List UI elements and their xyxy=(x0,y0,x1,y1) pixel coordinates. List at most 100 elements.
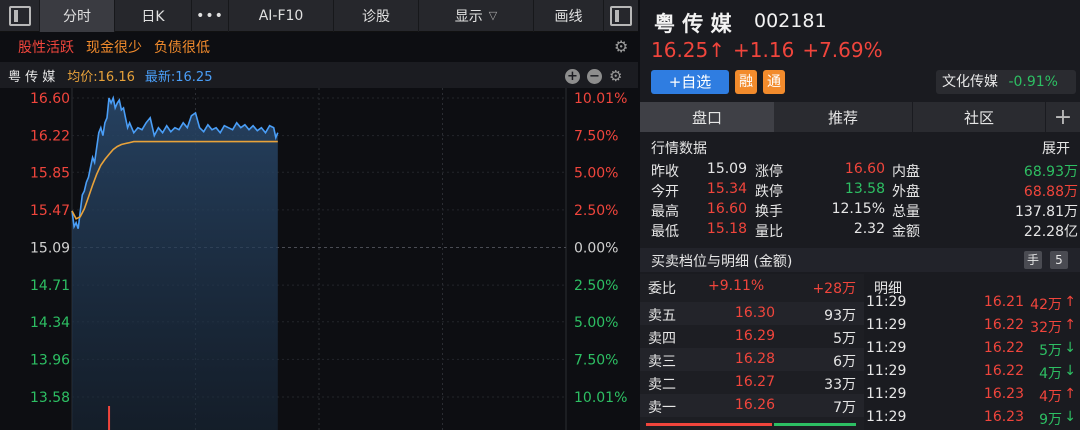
quote-value: 16.60 xyxy=(844,161,885,177)
tag-active[interactable]: 股性活跃 xyxy=(18,37,74,57)
orderbook-header: 买卖档位与明细 (金额) 手 5 xyxy=(640,248,1080,272)
ratio-label: 委比 xyxy=(648,281,676,297)
trade-row: 11:29 16.22 5万 ↓ xyxy=(866,338,1080,361)
quote-value: 12.15% xyxy=(831,201,885,217)
buy-strength-bar xyxy=(646,423,772,426)
ratio-row: 委比 +9.11% +28万 xyxy=(640,274,864,300)
ask-amount: 6万 xyxy=(833,354,856,370)
ask-row[interactable]: 卖一 16.26 7万 xyxy=(640,394,864,417)
tab-diagnose[interactable]: 诊股 xyxy=(334,0,419,32)
connect-badge[interactable]: 通 xyxy=(763,70,785,94)
zoom-in-icon[interactable]: + xyxy=(565,68,580,84)
trade-price: 16.23 xyxy=(983,409,1024,425)
price-change: +1.16 xyxy=(733,38,795,62)
trade-price: 16.22 xyxy=(983,317,1024,333)
ask-row[interactable]: 卖二 16.27 33万 xyxy=(640,371,864,394)
layout-toggle-button[interactable] xyxy=(0,0,40,32)
tab-community[interactable]: 社区 xyxy=(912,102,1046,132)
price-area-fill xyxy=(72,98,278,430)
add-watchlist-button[interactable]: +自选 xyxy=(651,70,729,94)
price-tick-label: 15.85 xyxy=(30,165,70,181)
trade-price: 16.22 xyxy=(983,363,1024,379)
up-arrow-icon: ↑ xyxy=(1064,294,1076,310)
tab-ai-f10[interactable]: AI-F10 xyxy=(229,0,334,32)
pct-tick-label: 10.01% xyxy=(574,390,627,406)
quote-row: 最低 15.18 量比 2.32 金额 22.28亿 xyxy=(640,220,1080,240)
tab-daily-k[interactable]: 日K xyxy=(115,0,192,32)
more-button[interactable]: ••• xyxy=(192,0,229,32)
tab-handicap[interactable]: 盘口 xyxy=(640,102,774,132)
quote-value: 68.93万 xyxy=(1023,164,1078,180)
add-tab-icon[interactable]: + xyxy=(1046,102,1080,132)
ask-amount: 33万 xyxy=(824,377,856,393)
pct-tick-label: 0.00% xyxy=(574,241,618,257)
orderbook-asks: 委比 +9.11% +28万 卖五 16.30 93万 卖四 16.29 5万卖三 16.2… xyxy=(640,274,864,430)
trade-price: 16.22 xyxy=(983,340,1024,356)
gear-icon[interactable]: ⚙ xyxy=(609,67,622,85)
quote-label: 外盘 xyxy=(892,184,920,200)
quote-row: 今开 15.34 跌停 13.58 外盘 68.88万 xyxy=(640,180,1080,200)
ask-amount: 5万 xyxy=(833,331,856,347)
pct-tick-label: 7.50% xyxy=(574,352,618,368)
sidebar-toggle-icon xyxy=(8,5,31,26)
tab-intraday[interactable]: 分时 xyxy=(40,0,115,32)
display-label: 显示 xyxy=(454,8,483,25)
latest-price-label: 最新:16.25 xyxy=(144,69,213,85)
ask-price: 16.30 xyxy=(734,305,775,321)
ask-row[interactable]: 卖四 16.29 5万 xyxy=(640,325,864,348)
ask-price: 16.28 xyxy=(734,351,775,367)
sell-strength-bar xyxy=(774,423,856,426)
trade-amount: 4万 xyxy=(1039,366,1062,382)
quote-label: 量比 xyxy=(755,224,783,240)
quote-row: 最高 16.60 换手 12.15% 总量 137.81万 xyxy=(640,200,1080,220)
chart-stock-name: 粤 传 媒 xyxy=(8,69,56,85)
trade-time: 11:29 xyxy=(866,409,907,425)
zoom-out-icon[interactable]: − xyxy=(587,68,602,84)
current-price: 16.25 xyxy=(651,38,709,62)
tag-low-debt[interactable]: 负债很低 xyxy=(154,37,210,57)
trade-row: 11:29 16.23 9万 ↓ xyxy=(866,407,1080,430)
tab-recommend[interactable]: 推荐 xyxy=(776,102,910,132)
ask-level-label: 卖三 xyxy=(648,354,676,370)
expand-button[interactable]: 展开 xyxy=(1042,138,1070,158)
trade-time: 11:29 xyxy=(866,294,907,310)
quote-value: 15.09 xyxy=(706,161,747,177)
price-tick-label: 15.09 xyxy=(30,241,70,257)
quote-value: 16.60 xyxy=(706,201,747,217)
trade-amount: 4万 xyxy=(1039,389,1062,405)
quote-value: 68.88万 xyxy=(1023,184,1078,200)
ask-price: 16.26 xyxy=(734,397,775,413)
display-dropdown[interactable]: 显示 ▽ xyxy=(419,0,534,32)
intraday-chart[interactable]: 16.60 16.22 15.85 15.47 15.09 14.71 14.34 13.96… xyxy=(0,88,638,430)
quote-label: 昨收 xyxy=(651,164,679,180)
level-count-button[interactable]: 5 xyxy=(1050,251,1068,269)
quote-label: 总量 xyxy=(892,204,920,220)
avg-price-label: 均价:16.16 xyxy=(67,69,135,85)
down-arrow-icon: ↓ xyxy=(1064,409,1076,425)
ask-level-label: 卖四 xyxy=(648,331,676,347)
margin-badge[interactable]: 融 xyxy=(735,70,757,94)
up-arrow-icon: ↑ xyxy=(708,38,726,62)
price-line: 16.25 ↑ +1.16 +7.69% xyxy=(651,38,883,62)
ask-amount: 7万 xyxy=(833,400,856,416)
trade-time: 11:29 xyxy=(866,363,907,379)
sector-badge[interactable]: 文化传媒 -0.91% xyxy=(936,70,1076,94)
gear-icon[interactable]: ⚙ xyxy=(614,37,628,56)
price-tick-label: 16.60 xyxy=(30,91,70,107)
trade-amount: 9万 xyxy=(1039,412,1062,428)
ask-row[interactable]: 卖五 16.30 93万 xyxy=(640,302,864,325)
trade-price: 16.21 xyxy=(983,294,1024,310)
quote-label: 金额 xyxy=(892,224,920,240)
quote-section-header: 行情数据 展开 xyxy=(640,134,1080,158)
price-tick-label: 16.22 xyxy=(30,129,70,145)
stock-name: 粤 传 媒 xyxy=(654,12,732,36)
hand-unit-button[interactable]: 手 xyxy=(1024,251,1042,269)
trade-amount: 32万 xyxy=(1030,320,1062,336)
trade-amount: 42万 xyxy=(1030,297,1062,313)
panel-toggle-button[interactable] xyxy=(604,0,638,32)
quote-label: 内盘 xyxy=(892,164,920,180)
price-change-pct: +7.69% xyxy=(802,38,883,62)
draw-line-button[interactable]: 画线 xyxy=(534,0,604,32)
tag-low-cash[interactable]: 现金很少 xyxy=(86,37,142,57)
ask-row[interactable]: 卖三 16.28 6万 xyxy=(640,348,864,371)
